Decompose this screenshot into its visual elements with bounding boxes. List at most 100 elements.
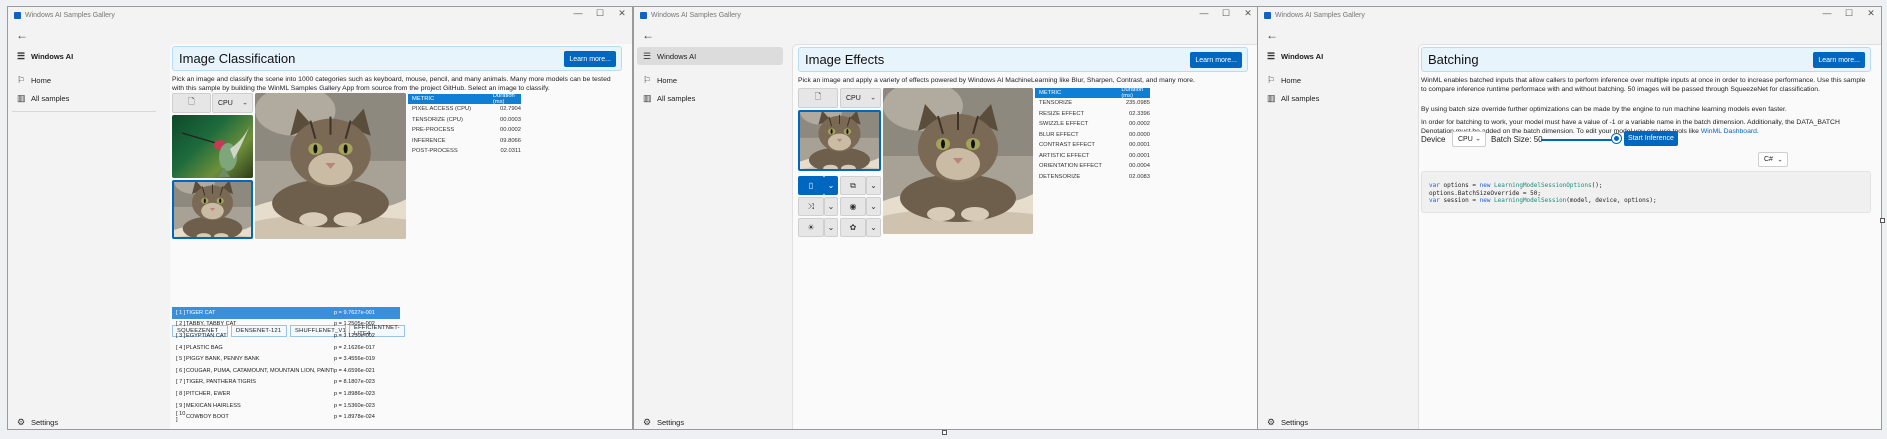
code-token: = 50; — [1519, 189, 1541, 197]
nav-item-settings[interactable]: ⚙ Settings — [1261, 413, 1407, 429]
nav-item-all-samples[interactable]: ▥ All samples — [11, 89, 157, 107]
result-row[interactable]: [ 5 ] PIGGY BANK, PENNY BANK p = 3.4556e-0… — [172, 353, 400, 365]
metric-row: Tensorize (CPU) 00.0003 — [408, 115, 521, 126]
result-rank: [ 7 ] — [176, 379, 186, 386]
result-label: TABBY, TABBY CAT — [186, 321, 237, 328]
effect-artistic-dropdown[interactable]: ⌄ — [866, 218, 881, 237]
title-bar: Windows AI Samples Gallery — ☐ ✕ — [634, 7, 1258, 23]
code-token: var — [1429, 182, 1444, 189]
batching-override-note: By using batch size override further opt… — [1421, 106, 1787, 113]
device-dropdown[interactable]: CPU ⌄ — [1452, 131, 1486, 147]
metric-name: Inference — [412, 137, 446, 144]
effect-contrast-button[interactable]: ☀ — [798, 218, 824, 237]
metric-value: 00.0003 — [500, 116, 521, 123]
nav-item-home[interactable]: ⚐ Home — [11, 71, 157, 89]
cat-image — [883, 88, 1033, 234]
effect-artistic-button[interactable]: ✿ — [840, 218, 866, 237]
close-icon[interactable]: ✕ — [1861, 8, 1881, 19]
result-row[interactable]: [ 9 ] MEXICAN HAIRLESS p = 1.5360e-023 — [172, 400, 400, 412]
metric-value: 00.0002 — [1129, 121, 1150, 128]
effect-orientation-dropdown[interactable]: ⌄ — [824, 176, 838, 195]
result-row[interactable]: [ 6 ] COUGAR, PUMA, CATAMOUNT, MOUNTAIN L… — [172, 365, 400, 377]
result-row[interactable]: [ 4 ] PLASTIC BAG p = 2.1626e-017 — [172, 342, 400, 354]
eye-icon: ◉ — [849, 202, 857, 211]
result-row[interactable]: [ 8 ] PITCHER, EWER p = 1.8986e-023 — [172, 388, 400, 400]
effect-resize-dropdown[interactable]: ⌄ — [866, 176, 881, 195]
result-label: MEXICAN HAIRLESS — [186, 402, 241, 409]
device-dropdown[interactable]: CPU ⌄ — [840, 88, 881, 108]
nav-header[interactable]: ☰ Windows AI — [1261, 47, 1407, 65]
app-icon — [14, 11, 21, 19]
home-icon: ⚐ — [1267, 74, 1276, 85]
code-token: session — [1443, 197, 1469, 205]
batch-size-slider-fill — [1541, 139, 1616, 141]
start-inference-button[interactable]: Start Inference — [1624, 131, 1678, 146]
metric-row: Detensorize 02.0083 — [1035, 172, 1150, 183]
winml-dashboard-link[interactable]: WinML Dashboard — [1701, 128, 1757, 135]
thumbnail-hummingbird[interactable] — [172, 115, 253, 178]
effect-swizzle-dropdown[interactable]: ⌄ — [824, 197, 838, 216]
effect-swizzle-button[interactable]: ⤨ — [798, 197, 824, 216]
effect-blur-dropdown[interactable]: ⌄ — [866, 197, 881, 216]
learn-more-button[interactable]: Learn more... — [1813, 52, 1865, 68]
nav-header[interactable]: ☰ Windows AI — [11, 47, 157, 65]
palette-icon: ✿ — [849, 223, 857, 232]
thumbnail-cat-selected[interactable] — [172, 180, 253, 239]
minimize-icon[interactable]: — — [1817, 8, 1837, 18]
metric-name: Resize Effect — [1039, 110, 1085, 117]
batch-size-slider-thumb[interactable] — [1612, 134, 1621, 143]
nav-item-settings[interactable]: ⚙ Settings — [637, 413, 783, 429]
window-title: Windows AI Samples Gallery — [25, 11, 115, 19]
effect-preview-image — [883, 88, 1033, 234]
nav-header[interactable]: ☰ Windows AI — [637, 47, 783, 65]
result-row[interactable]: [ 7 ] TIGER, PANTHERA TIGRIS p = 8.1807e-0… — [172, 377, 400, 389]
window-title: Windows AI Samples Gallery — [651, 11, 741, 19]
code-token: LearningModelSession — [1494, 197, 1567, 205]
effect-blur-button[interactable]: ◉ — [840, 197, 866, 216]
effect-orientation-button[interactable]: ▯ — [798, 176, 824, 195]
result-rank: [ 4 ] — [176, 344, 186, 351]
result-row[interactable]: [ 1 ] TIGER CAT p = 9.7627e-001 — [172, 307, 400, 319]
cat-thumbnail-image — [174, 182, 251, 237]
effect-resize-button[interactable]: ⧉ — [840, 176, 866, 195]
metric-row: Blur Effect 00.0000 — [1035, 130, 1150, 141]
metric-row: Post-Process 02.0311 — [408, 146, 521, 157]
resize-handle[interactable] — [1880, 218, 1885, 223]
metric-value: 09.8066 — [500, 137, 521, 144]
metric-value: 02.7904 — [500, 106, 521, 113]
nav-item-all-samples[interactable]: ▥ All samples — [637, 89, 783, 107]
result-row[interactable]: [ 10 ] COWBOY BOOT p = 1.8978e-024 — [172, 411, 400, 423]
metric-row: Pre-Process 00.0002 — [408, 125, 521, 136]
result-row[interactable]: [ 3 ] EGYPTIAN CAT p = 1.1230e-002 — [172, 330, 400, 342]
back-arrow-icon[interactable]: ← — [642, 28, 654, 42]
chevron-down-icon: ⌄ — [242, 99, 248, 107]
back-arrow-icon[interactable]: ← — [1266, 28, 1278, 42]
open-file-button[interactable]: 🗋 — [798, 88, 838, 108]
result-rank: [ 9 ] — [176, 402, 186, 409]
metric-name: Pre-Process — [412, 127, 455, 134]
maximize-icon[interactable]: ☐ — [1839, 8, 1859, 19]
minimize-icon[interactable]: — — [568, 8, 588, 18]
page-header: Batching Learn more... — [1421, 47, 1871, 72]
result-row[interactable]: [ 2 ] TABBY, TABBY CAT p = 1.2505e-002 — [172, 319, 400, 331]
language-dropdown[interactable]: C# ⌄ — [1758, 152, 1788, 167]
window-image-classification: Windows AI Samples Gallery — ☐ ✕ ← ☰ Wind… — [7, 6, 633, 430]
device-dropdown[interactable]: CPU ⌄ — [212, 93, 253, 113]
metric-row: Resize Effect 02.3396 — [1035, 109, 1150, 120]
nav-item-settings[interactable]: ⚙ Settings — [11, 413, 157, 429]
open-file-button[interactable]: 🗋 — [172, 93, 211, 113]
back-arrow-icon[interactable]: ← — [16, 28, 28, 42]
minimize-icon[interactable]: — — [1194, 8, 1214, 18]
nav-item-home[interactable]: ⚐ Home — [637, 71, 783, 89]
thumbnail-cat-selected[interactable] — [798, 110, 881, 171]
maximize-icon[interactable]: ☐ — [1216, 8, 1236, 19]
resize-handle[interactable] — [942, 430, 947, 435]
nav-item-home[interactable]: ⚐ Home — [1261, 71, 1407, 89]
learn-more-button[interactable]: Learn more... — [1190, 52, 1242, 68]
maximize-icon[interactable]: ☐ — [590, 8, 610, 19]
effect-contrast-dropdown[interactable]: ⌄ — [824, 218, 838, 237]
learn-more-button[interactable]: Learn more... — [564, 51, 616, 67]
nav-item-all-samples[interactable]: ▥ All samples — [1261, 89, 1407, 107]
close-icon[interactable]: ✕ — [612, 8, 632, 19]
close-icon[interactable]: ✕ — [1238, 8, 1258, 19]
